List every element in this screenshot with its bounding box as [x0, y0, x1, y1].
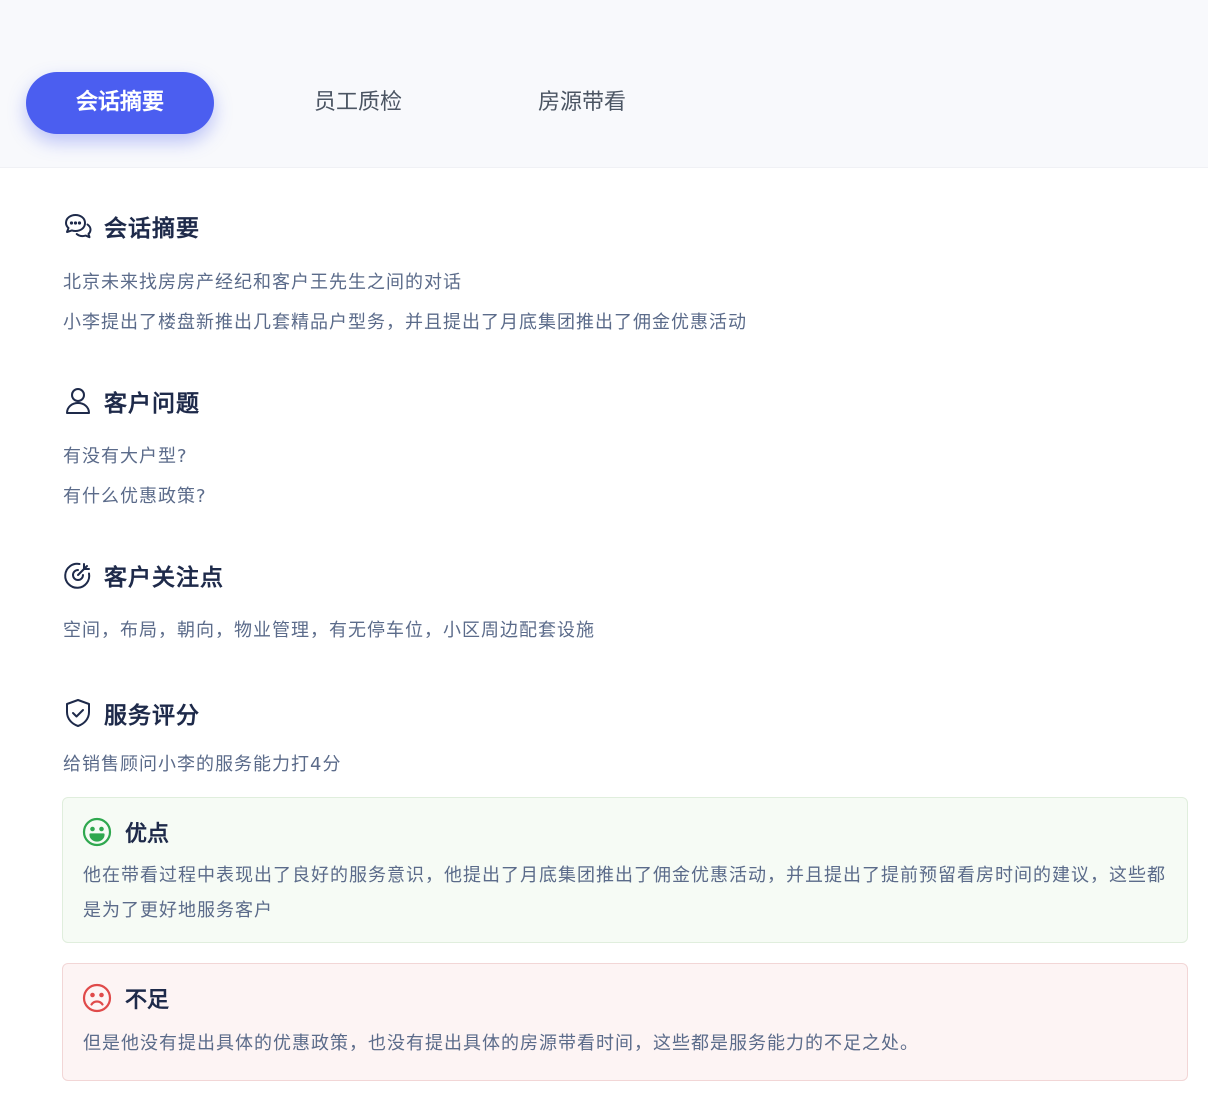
weaknesses-title: 不足	[125, 988, 170, 1013]
question-item: 有什么优惠政策?	[63, 486, 207, 507]
tab-conversation-summary[interactable]: 会话摘要	[26, 72, 214, 134]
section-title: 会话摘要	[104, 216, 200, 242]
target-icon	[64, 562, 91, 589]
section-title: 服务评分	[104, 703, 200, 729]
weaknesses-header: 不足	[81, 982, 169, 1014]
concerns-text: 空间，布局，朝向，物业管理，有无停车位，小区周边配套设施	[63, 620, 595, 641]
user-icon	[66, 388, 90, 414]
smile-face-icon	[82, 817, 112, 847]
section-summary-header: 会话摘要	[62, 210, 200, 242]
rating-text: 给销售顾问小李的服务能力打4分	[63, 754, 342, 775]
shield-check-icon	[66, 699, 90, 727]
section-title: 客户问题	[104, 391, 200, 417]
summary-line: 北京未来找房房产经纪和客户王先生之间的对话	[63, 272, 462, 293]
section-questions-header: 客户问题	[62, 385, 200, 417]
section-title: 客户关注点	[104, 565, 224, 591]
summary-line: 小李提出了楼盘新推出几套精品户型务，并且提出了月底集团推出了佣金优惠活动	[63, 312, 747, 333]
chat-bubble-icon	[65, 214, 92, 239]
tab-bar: 会话摘要 员工质检 房源带看	[0, 0, 1208, 168]
strengths-card: 优点 他在带看过程中表现出了良好的服务意识，他提出了月底集团推出了佣金优惠活动，…	[62, 797, 1188, 943]
weaknesses-card: 不足 但是他没有提出具体的优惠政策，也没有提出具体的房源带看时间，这些都是服务能…	[62, 963, 1188, 1081]
strengths-header: 优点	[81, 816, 169, 848]
tab-property-viewing[interactable]: 房源带看	[514, 72, 650, 134]
section-rating-header: 服务评分	[62, 697, 200, 729]
tab-employee-qc[interactable]: 员工质检	[290, 72, 426, 134]
strengths-text: 他在带看过程中表现出了良好的服务意识，他提出了月底集团推出了佣金优惠活动，并且提…	[83, 865, 1166, 921]
question-item: 有没有大户型?	[63, 446, 188, 467]
strengths-title: 优点	[125, 822, 170, 847]
section-concerns-header: 客户关注点	[62, 559, 224, 591]
weaknesses-text: 但是他没有提出具体的优惠政策，也没有提出具体的房源带看时间，这些都是服务能力的不…	[83, 1033, 919, 1054]
frown-face-icon	[82, 983, 112, 1013]
